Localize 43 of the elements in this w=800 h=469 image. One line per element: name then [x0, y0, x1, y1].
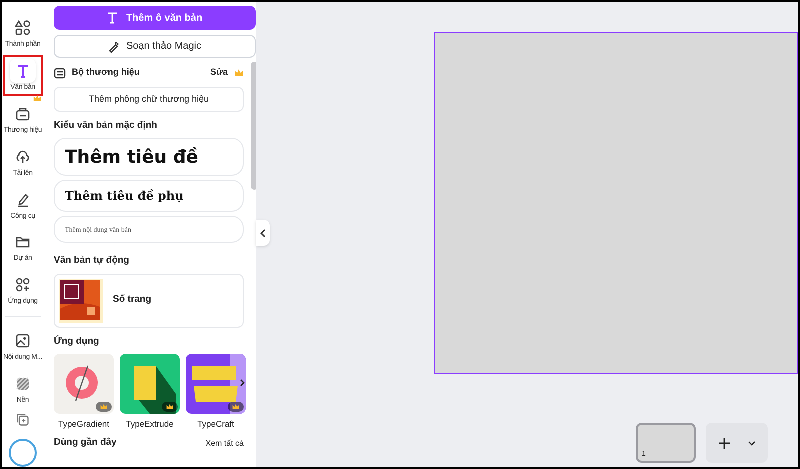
text-style-button[interactable]: Thêm tiêu đề	[54, 138, 244, 176]
pen-icon	[15, 192, 31, 208]
text-icon	[15, 62, 31, 79]
copy-plus-icon[interactable]	[16, 413, 30, 428]
chevron-left-icon	[260, 228, 266, 238]
cloud-upload-icon	[15, 148, 31, 165]
plus-icon	[718, 438, 730, 448]
avatar[interactable]	[9, 439, 37, 467]
brand-kit-icon	[54, 68, 66, 78]
apps-icon	[15, 277, 31, 294]
app-name: TypeCraft	[198, 418, 234, 430]
add-textbox-button[interactable]: Thêm ô văn bản	[54, 6, 256, 30]
dynamic-text-card[interactable]: Số trang	[54, 274, 244, 328]
app-name: TypeGradient	[58, 418, 110, 430]
app-tile[interactable]	[120, 354, 180, 414]
edit-link[interactable]: Sửa	[210, 66, 228, 80]
chevron-down-icon	[748, 440, 756, 446]
briefcase-icon	[15, 106, 31, 122]
section-title: Văn bản tự động	[54, 254, 130, 268]
section-title: Kiểu văn bản mặc định	[54, 119, 158, 133]
pattern-icon	[15, 376, 31, 392]
scrollbar[interactable]	[251, 62, 256, 190]
app-name: TypeExtrude	[126, 418, 174, 430]
crown-icon	[166, 402, 174, 411]
section-title: Bộ thương hiệu	[72, 66, 141, 80]
app-tile[interactable]	[186, 354, 246, 414]
crown-icon	[232, 402, 240, 411]
section-title: Dùng gần đây	[54, 436, 117, 450]
crown-icon	[234, 68, 244, 78]
magic-pen-icon	[108, 40, 120, 52]
chevron-right-icon	[240, 378, 244, 387]
text-icon	[107, 12, 118, 24]
magic-write-button[interactable]: Soạn thảo Magic	[54, 35, 256, 58]
shapes-icon	[15, 20, 31, 36]
text-style-button[interactable]: Thêm tiêu đề phụ	[54, 180, 244, 212]
crown-icon	[33, 94, 42, 103]
see-all-link[interactable]: Xem tất cả	[206, 438, 244, 450]
collapse-panel-handle[interactable]	[256, 220, 270, 246]
section-title: Ứng dụng	[54, 334, 100, 348]
add-brand-font-button[interactable]: Thêm phông chữ thương hiệu	[54, 87, 244, 112]
app-tile[interactable]	[54, 354, 114, 414]
crown-icon	[100, 402, 108, 411]
magic-image-icon	[15, 333, 31, 350]
